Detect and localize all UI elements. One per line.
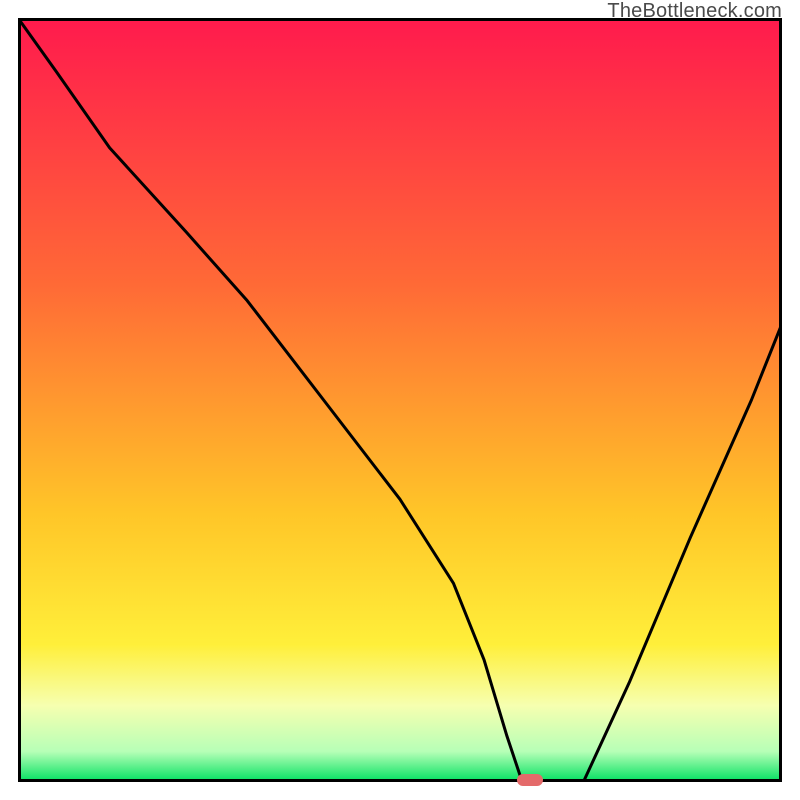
minimum-marker-icon	[517, 774, 543, 786]
watermark-label: TheBottleneck.com	[607, 0, 782, 23]
chart-container: TheBottleneck.com	[0, 0, 800, 800]
plot-gradient-background	[18, 18, 782, 782]
